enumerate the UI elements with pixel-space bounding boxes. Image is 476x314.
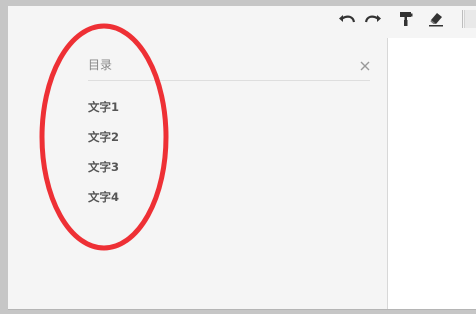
outline-title: 目录 <box>88 58 113 72</box>
paint-roller-icon <box>400 12 413 26</box>
editor-window: 目录 文字1 文字2 文字3 文字4 <box>8 6 476 310</box>
outline-item[interactable]: 文字3 <box>88 158 119 188</box>
outline-header: 目录 <box>88 52 370 81</box>
outline-item[interactable]: 文字4 <box>88 188 119 218</box>
close-icon <box>360 61 370 71</box>
outline-close-button[interactable] <box>358 58 372 72</box>
eraser-icon <box>429 13 443 27</box>
outline-item[interactable]: 文字1 <box>88 98 119 128</box>
format-painter-button[interactable] <box>395 8 417 30</box>
outline-list: 文字1 文字2 文字3 文字4 <box>88 98 119 218</box>
toolbar-overflow[interactable] <box>464 10 476 28</box>
toolbar-separator <box>462 10 463 28</box>
eraser-button[interactable] <box>425 8 447 30</box>
document-page[interactable] <box>387 38 476 309</box>
outline-panel: 目录 文字1 文字2 文字3 文字4 <box>8 6 387 309</box>
outline-item[interactable]: 文字2 <box>88 128 119 158</box>
